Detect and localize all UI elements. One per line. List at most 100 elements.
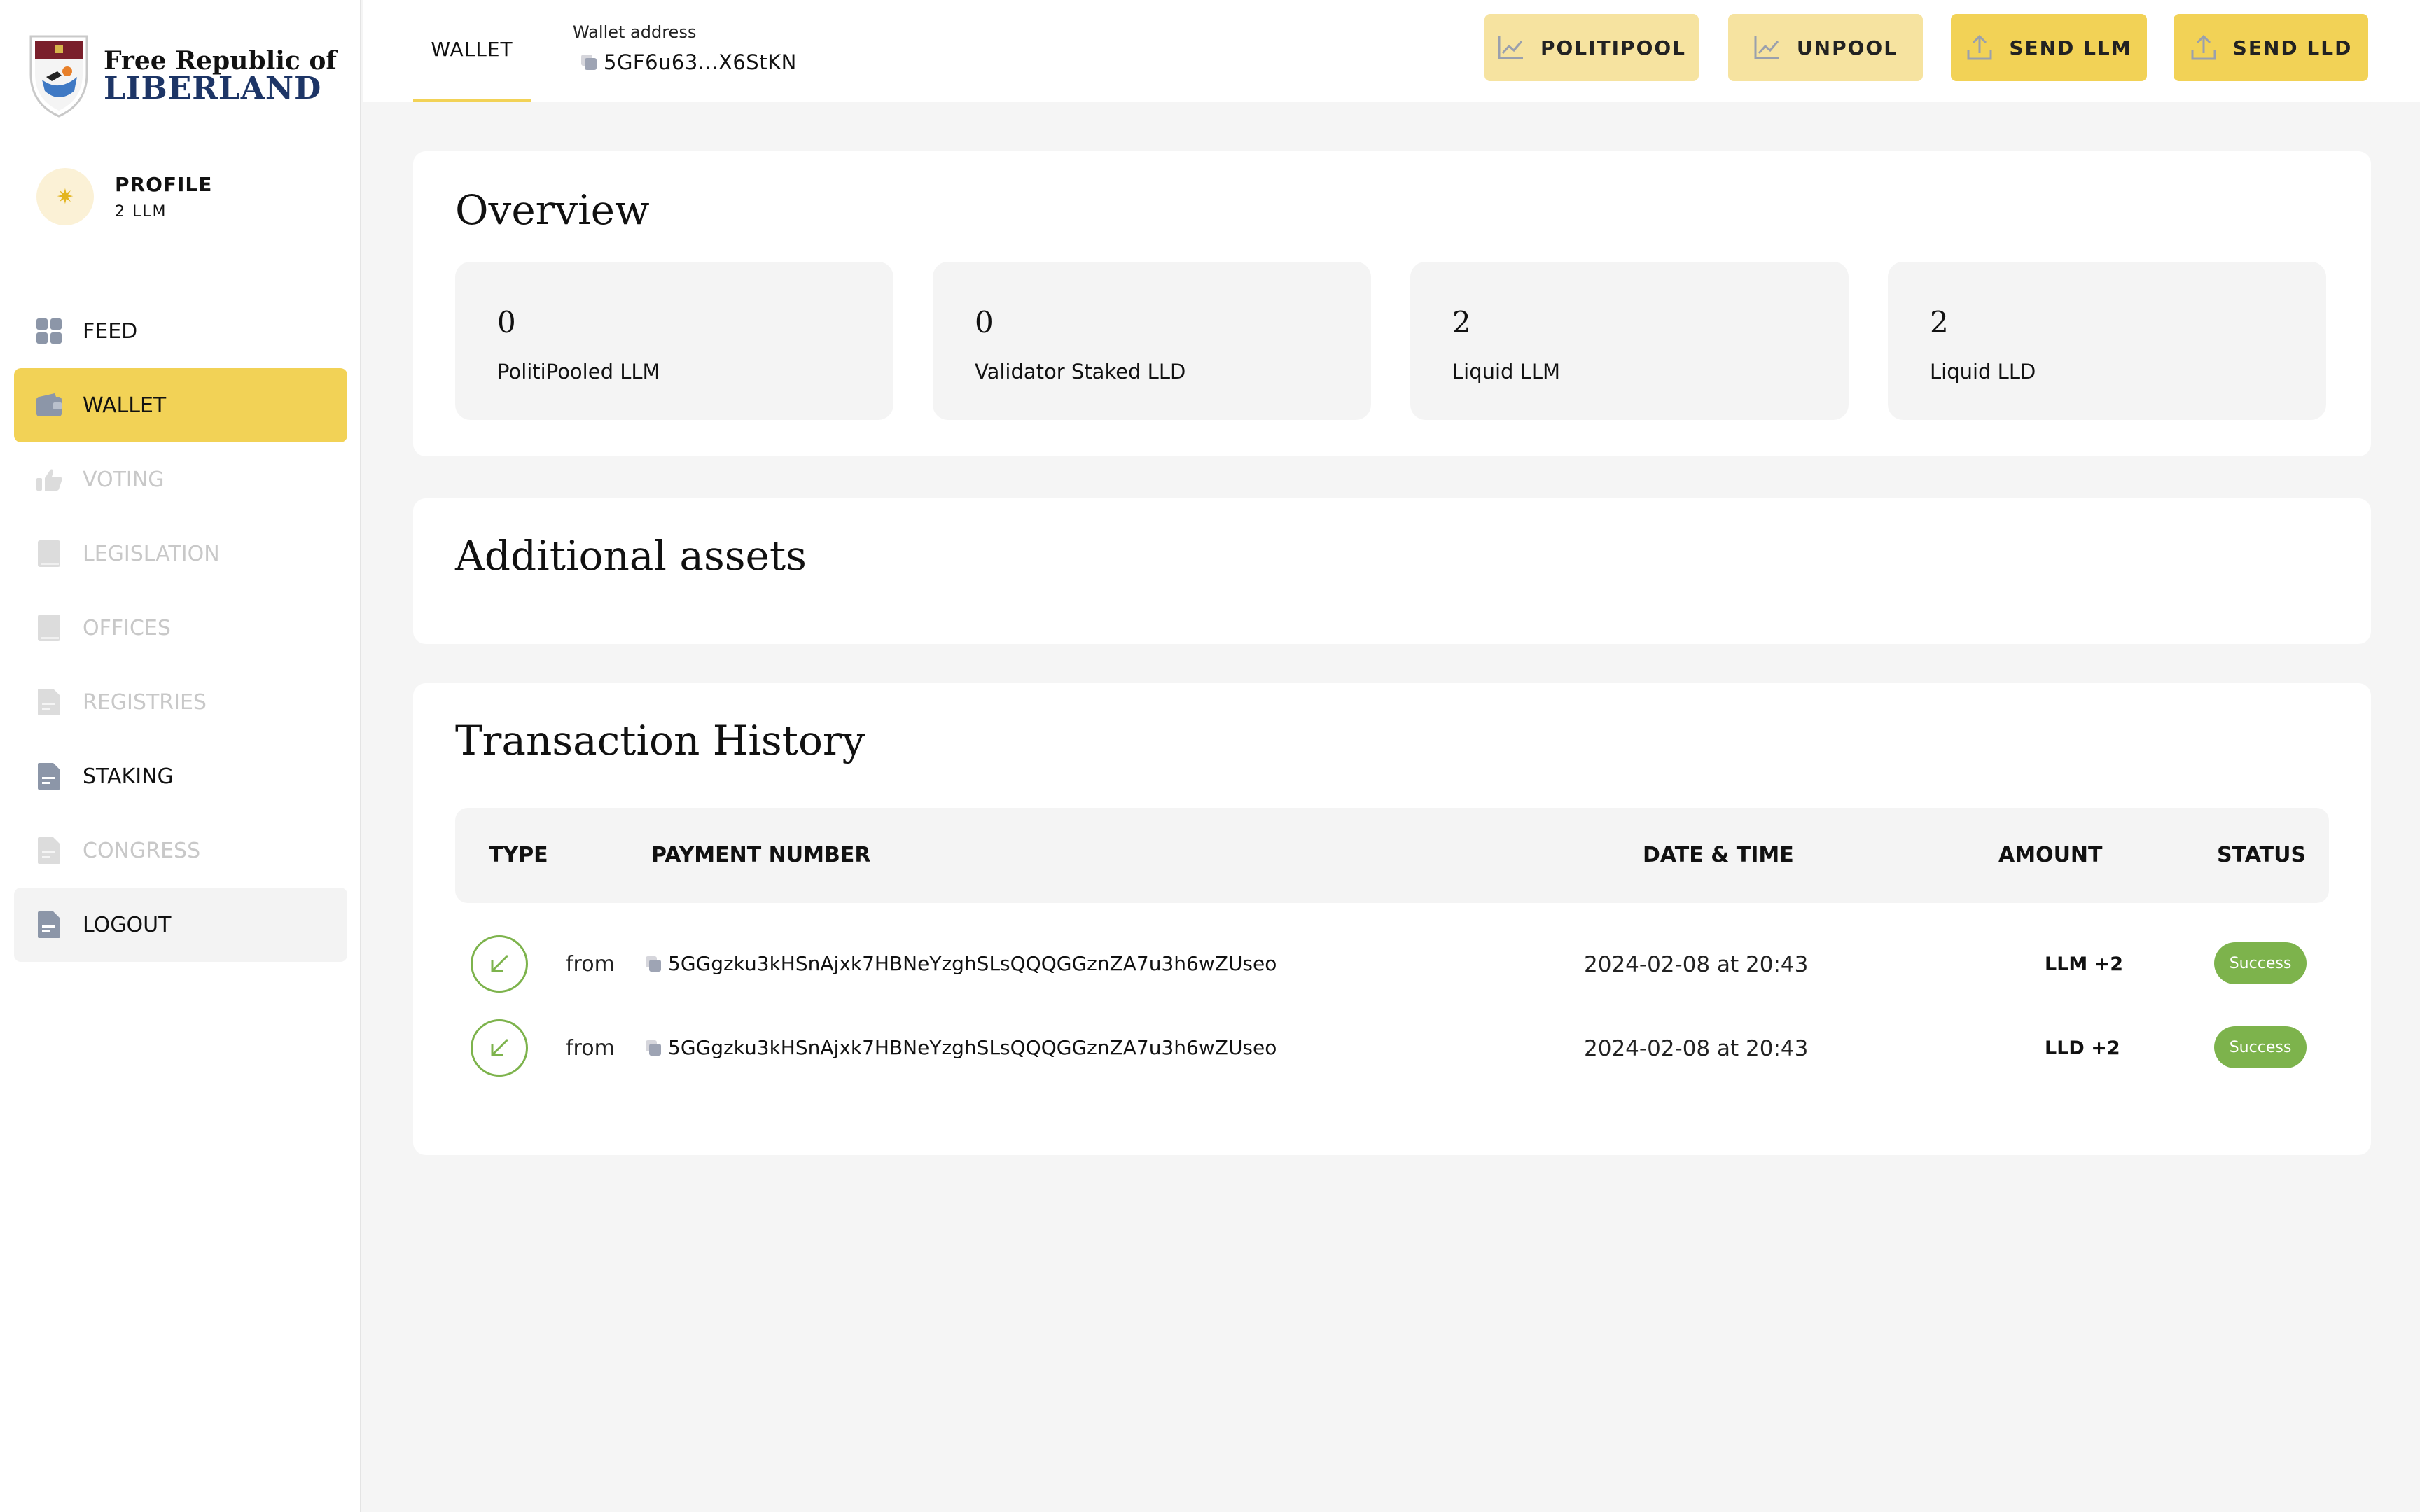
payment-number[interactable]: 5GGgzku3kHSnAjxk7HBNeYzghSLsQQQGGznZA7u3… (644, 952, 1277, 975)
sidebar-item-label: LOGOUT (83, 912, 172, 937)
profile-link[interactable]: ✷ PROFILE 2 LLM (36, 168, 212, 225)
sidebar-nav: FEED WALLET VOTING LEGISLATION OFFICES R… (14, 294, 347, 962)
column-header-type: TYPE (489, 843, 548, 867)
table-row: from 5GGgzku3kHSnAjxk7HBNeYzghSLsQQQGGzn… (455, 925, 2329, 1002)
card-value: 2 (1930, 305, 1949, 340)
sun-icon: ✷ (56, 184, 74, 209)
upload-icon (1967, 34, 1992, 60)
politipool-button[interactable]: POLITIPOOL (1484, 14, 1699, 81)
additional-assets-panel: Additional assets (413, 498, 2371, 644)
transaction-amount: LLM +2 (2045, 953, 2124, 975)
card-label: Liquid LLM (1452, 360, 1561, 384)
sidebar-item-label: WALLET (83, 393, 167, 418)
status-badge: Success (2214, 942, 2307, 984)
payment-number[interactable]: 5GGgzku3kHSnAjxk7HBNeYzghSLsQQQGGznZA7u3… (644, 1036, 1277, 1059)
card-label: PolitiPooled LLM (497, 360, 660, 384)
sidebar-item-label: STAKING (83, 764, 174, 789)
sidebar-item-label: FEED (83, 318, 138, 344)
transaction-direction: from (566, 1036, 615, 1060)
status-badge: Success (2214, 1026, 2307, 1068)
additional-assets-title: Additional assets (455, 532, 807, 580)
profile-balance: 2 LLM (115, 203, 167, 220)
document-icon (35, 835, 63, 866)
document-icon (35, 761, 63, 792)
balance-card-validator-staked-lld: 0 Validator Staked LLD (933, 262, 1371, 420)
column-header-status: STATUS (2217, 843, 2307, 867)
upload-icon (2191, 34, 2216, 60)
send-lld-label: SEND LLD (2232, 36, 2353, 59)
wallet-address-label: Wallet address (573, 22, 697, 42)
politipool-label: POLITIPOOL (1540, 36, 1687, 59)
copy-icon[interactable] (580, 53, 598, 71)
card-label: Validator Staked LLD (975, 360, 1186, 384)
sidebar-item-wallet[interactable]: WALLET (14, 368, 347, 442)
incoming-arrow-icon (471, 935, 528, 993)
balance-card-liquid-lld: 2 Liquid LLD (1888, 262, 2326, 420)
overview-title: Overview (455, 186, 650, 234)
copy-icon[interactable] (644, 955, 662, 973)
transaction-history-title: Transaction History (455, 717, 865, 764)
table-row: from 5GGgzku3kHSnAjxk7HBNeYzghSLsQQQGGzn… (455, 1009, 2329, 1086)
wallet-address-value-row[interactable]: 5GF6u63...X6StKN (573, 50, 797, 74)
brand-logo[interactable]: Free Republic of LIBERLAND (27, 31, 337, 119)
chart-line-icon (1754, 36, 1779, 59)
transaction-history-panel: Transaction History TYPE PAYMENT NUMBER … (413, 683, 2371, 1155)
chart-line-icon (1498, 36, 1523, 59)
tab-wallet[interactable]: WALLET (413, 0, 531, 102)
overview-cards: 0 PolitiPooled LLM 0 Validator Staked LL… (455, 262, 2326, 420)
book-icon (35, 612, 63, 643)
send-lld-button[interactable]: SEND LLD (2174, 14, 2368, 81)
balance-card-politipooled-llm: 0 PolitiPooled LLM (455, 262, 893, 420)
unpool-label: UNPOOL (1796, 36, 1898, 59)
table-header: TYPE PAYMENT NUMBER DATE & TIME AMOUNT S… (455, 808, 2329, 903)
transaction-amount: LLD +2 (2045, 1037, 2120, 1059)
send-llm-button[interactable]: SEND LLM (1951, 14, 2147, 81)
sidebar-item-legislation[interactable]: LEGISLATION (14, 517, 347, 591)
payment-number-value: 5GGgzku3kHSnAjxk7HBNeYzghSLsQQQGGznZA7u3… (668, 952, 1277, 975)
sidebar-item-label: CONGRESS (83, 838, 201, 863)
wallet-address: Wallet address 5GF6u63...X6StKN (573, 22, 797, 74)
thumbs-up-icon (35, 464, 63, 495)
book-icon (35, 538, 63, 569)
sidebar-item-feed[interactable]: FEED (14, 294, 347, 368)
sidebar-item-voting[interactable]: VOTING (14, 442, 347, 517)
brand-line2: LIBERLAND (104, 71, 322, 106)
app-root: Free Republic of LIBERLAND ✷ PROFILE 2 L… (0, 0, 2420, 1512)
payment-number-value: 5GGgzku3kHSnAjxk7HBNeYzghSLsQQQGGznZA7u3… (668, 1036, 1277, 1059)
transaction-date: 2024-02-08 at 20:43 (1584, 1036, 1809, 1061)
incoming-arrow-icon (471, 1019, 528, 1077)
topbar: WALLET Wallet address 5GF6u63...X6StKN P… (363, 0, 2420, 102)
sidebar-item-label: REGISTRIES (83, 690, 207, 715)
document-icon (35, 909, 63, 940)
profile-name: PROFILE (115, 173, 213, 196)
column-header-date-time: DATE & TIME (1643, 843, 1794, 867)
unpool-button[interactable]: UNPOOL (1728, 14, 1923, 81)
sidebar: Free Republic of LIBERLAND ✷ PROFILE 2 L… (0, 0, 361, 1512)
send-llm-label: SEND LLM (2009, 36, 2132, 59)
liberland-shield-icon (29, 35, 88, 118)
transaction-direction: from (566, 952, 615, 976)
wallet-icon (35, 390, 63, 421)
transaction-date: 2024-02-08 at 20:43 (1584, 952, 1809, 977)
column-header-amount: AMOUNT (1998, 843, 2103, 867)
balance-card-liquid-llm: 2 Liquid LLM (1410, 262, 1849, 420)
sidebar-item-congress[interactable]: CONGRESS (14, 813, 347, 888)
grid-icon (35, 316, 63, 346)
card-label: Liquid LLD (1930, 360, 2036, 384)
avatar: ✷ (36, 168, 94, 225)
overview-panel: Overview 0 PolitiPooled LLM 0 Validator … (413, 151, 2371, 456)
column-header-payment-number: PAYMENT NUMBER (651, 843, 871, 867)
copy-icon[interactable] (644, 1039, 662, 1057)
sidebar-item-logout[interactable]: LOGOUT (14, 888, 347, 962)
sidebar-item-label: VOTING (83, 467, 165, 492)
sidebar-item-staking[interactable]: STAKING (14, 739, 347, 813)
sidebar-item-offices[interactable]: OFFICES (14, 591, 347, 665)
sidebar-item-label: LEGISLATION (83, 541, 220, 566)
sidebar-item-label: OFFICES (83, 615, 171, 640)
document-icon (35, 687, 63, 718)
card-value: 2 (1452, 305, 1471, 340)
wallet-address-value: 5GF6u63...X6StKN (604, 50, 797, 74)
card-value: 0 (975, 305, 994, 340)
card-value: 0 (497, 305, 516, 340)
sidebar-item-registries[interactable]: REGISTRIES (14, 665, 347, 739)
